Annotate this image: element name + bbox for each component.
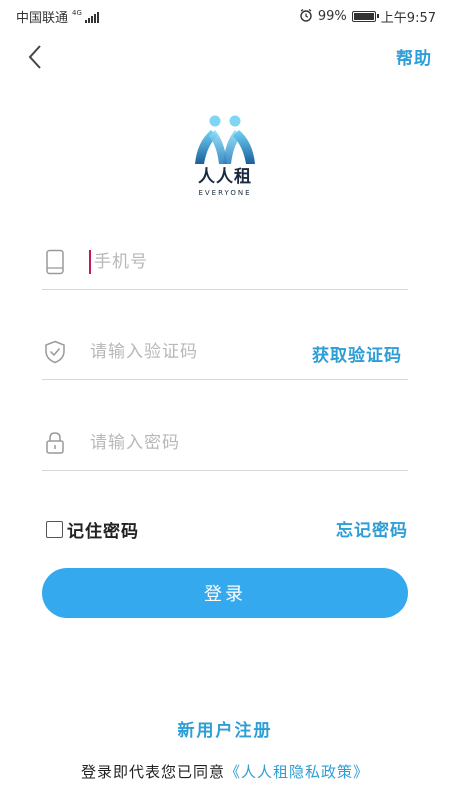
logo-mark-icon	[195, 115, 255, 164]
battery-level	[353, 13, 374, 20]
chevron-left-icon	[28, 45, 41, 69]
alarm-icon	[299, 8, 313, 26]
get-code-button[interactable]: 获取验证码	[312, 341, 402, 366]
logo-name-cn: 人人租	[198, 167, 252, 187]
carrier-label: 中国联通	[16, 11, 69, 26]
agreement-text: 登录即代表您已同意《人人租隐私政策》	[0, 761, 450, 782]
status-right: 99% 上午9:57	[299, 7, 436, 26]
text-caret	[89, 250, 91, 274]
remember-label: 记住密码	[67, 522, 139, 542]
login-button[interactable]: 登录	[42, 568, 408, 618]
battery-percent-label: 99%	[317, 9, 347, 24]
password-field[interactable]	[42, 418, 408, 471]
lock-icon	[42, 430, 68, 456]
phone-field[interactable]	[42, 237, 408, 290]
code-field[interactable]: 获取验证码	[42, 327, 408, 380]
help-link[interactable]: 帮助	[396, 44, 432, 69]
network-type-label: 4G	[72, 8, 82, 17]
battery-icon	[351, 11, 379, 22]
shield-check-icon	[42, 339, 68, 365]
app-logo: 人人租 EVERYONE	[185, 112, 265, 204]
remember-password-toggle[interactable]: 记住密码	[46, 517, 139, 542]
status-bar: 中国联通 4G 99% 上午9:57	[0, 0, 450, 30]
register-link[interactable]: 新用户注册	[0, 716, 450, 741]
phone-icon	[42, 249, 68, 275]
password-input[interactable]	[90, 428, 390, 458]
logo-name-en: EVERYONE	[198, 189, 252, 197]
forgot-password-link[interactable]: 忘记密码	[336, 516, 408, 541]
time-label: 上午9:57	[380, 11, 436, 26]
phone-input[interactable]	[94, 247, 394, 277]
agreement-prefix: 登录即代表您已同意	[80, 763, 225, 781]
status-left: 中国联通 4G	[16, 7, 99, 26]
back-button[interactable]	[18, 40, 52, 74]
privacy-policy-link[interactable]: 《人人租隐私政策》	[225, 763, 369, 781]
signal-icon	[84, 11, 99, 23]
remember-checkbox[interactable]	[46, 521, 63, 538]
code-input[interactable]	[90, 337, 290, 367]
